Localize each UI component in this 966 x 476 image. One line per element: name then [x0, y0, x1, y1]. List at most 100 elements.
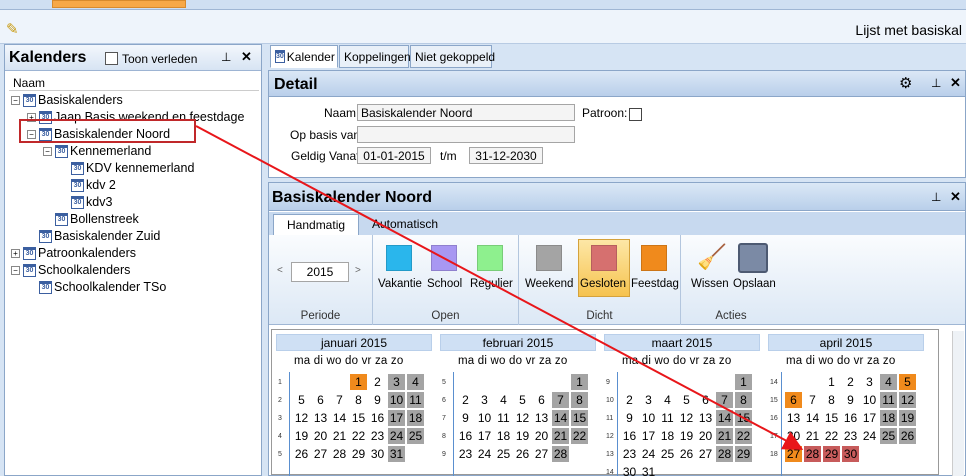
calendar-day[interactable]: 2 — [842, 374, 859, 390]
calendar-day[interactable]: 18 — [880, 410, 897, 426]
calendar-day[interactable]: 3 — [476, 392, 493, 408]
calendar-day[interactable]: 24 — [640, 446, 657, 462]
calendar-day[interactable]: 21 — [716, 428, 733, 444]
calendar-day[interactable]: 1 — [735, 374, 752, 390]
calendar-day[interactable]: 10 — [640, 410, 657, 426]
calendar-day[interactable]: 3 — [388, 374, 405, 390]
calendar-day[interactable]: 20 — [785, 428, 802, 444]
calendar-day[interactable]: 17 — [388, 410, 405, 426]
calendar-day[interactable]: 16 — [621, 428, 638, 444]
calendar-day[interactable]: 6 — [312, 392, 329, 408]
from-date-field[interactable]: 01-01-2015 — [357, 147, 431, 164]
calendar-day[interactable]: 10 — [861, 392, 878, 408]
calendar-day[interactable]: 9 — [842, 392, 859, 408]
to-date-field[interactable]: 31-12-2030 — [469, 147, 543, 164]
tree-item[interactable]: −30 Schoolkalenders — [11, 262, 130, 278]
pin-icon[interactable]: ⊥ — [221, 50, 231, 64]
feestdag-swatch[interactable] — [641, 245, 667, 271]
calendar-day[interactable]: 28 — [552, 446, 569, 462]
feestdag-button[interactable]: Feestdag — [631, 278, 679, 290]
close-icon[interactable]: ✕ — [950, 75, 961, 91]
calendar-day[interactable]: 12 — [293, 410, 310, 426]
calendar-day[interactable]: 19 — [514, 428, 531, 444]
calendar-day[interactable]: 21 — [331, 428, 348, 444]
close-icon[interactable]: ✕ — [241, 49, 252, 65]
calendar-day[interactable]: 5 — [514, 392, 531, 408]
collapse-icon[interactable]: − — [43, 146, 52, 156]
calendar-day[interactable]: 29 — [823, 446, 840, 462]
calendar-day[interactable]: 11 — [659, 410, 676, 426]
calendar-day[interactable]: 23 — [457, 446, 474, 462]
calendar-day[interactable]: 2 — [621, 392, 638, 408]
calendar-day[interactable]: 13 — [697, 410, 714, 426]
pin-icon[interactable]: ⊥ — [931, 76, 941, 90]
calendar-day[interactable]: 30 — [369, 446, 386, 462]
calendar-day[interactable]: 20 — [697, 428, 714, 444]
calendar-day[interactable]: 16 — [842, 410, 859, 426]
tree-item[interactable]: 30 Schoolkalender TSo — [27, 279, 166, 295]
gesloten-button[interactable]: Gesloten — [580, 278, 626, 290]
weekend-swatch[interactable] — [536, 245, 562, 271]
calendar-day[interactable]: 25 — [407, 428, 424, 444]
calendar-day[interactable]: 26 — [899, 428, 916, 444]
pin-icon[interactable]: ⊥ — [931, 190, 941, 204]
calendar-day[interactable]: 8 — [571, 392, 588, 408]
tree-item[interactable]: 30 kdv3 — [59, 194, 112, 210]
calendar-day[interactable]: 4 — [659, 392, 676, 408]
calendar-day[interactable]: 16 — [457, 428, 474, 444]
calendar-day[interactable]: 23 — [842, 428, 859, 444]
calendar-day[interactable]: 12 — [899, 392, 916, 408]
calendar-day[interactable]: 29 — [350, 446, 367, 462]
calendar-day[interactable]: 13 — [785, 410, 802, 426]
calendar-day[interactable]: 28 — [716, 446, 733, 462]
wissen-button[interactable]: Wissen — [691, 278, 729, 290]
gesloten-swatch[interactable] — [591, 245, 617, 271]
calendar-day[interactable]: 27 — [697, 446, 714, 462]
calendar-day[interactable]: 19 — [293, 428, 310, 444]
calendar-day[interactable]: 31 — [640, 464, 657, 476]
tree-item[interactable]: +30 Patroonkalenders — [11, 245, 136, 261]
calendar-day[interactable]: 23 — [621, 446, 638, 462]
calendar-day[interactable]: 29 — [735, 446, 752, 462]
save-icon[interactable] — [738, 243, 768, 273]
regulier-button[interactable]: Regulier — [470, 278, 513, 290]
calendar-day[interactable]: 9 — [621, 410, 638, 426]
weekend-button[interactable]: Weekend — [525, 278, 573, 290]
calendar-day[interactable]: 20 — [533, 428, 550, 444]
calendar-day[interactable]: 7 — [716, 392, 733, 408]
tools-icon[interactable]: ✎ — [6, 20, 19, 38]
calendar-day[interactable]: 26 — [293, 446, 310, 462]
calendar-day[interactable]: 17 — [476, 428, 493, 444]
vakantie-swatch[interactable] — [386, 245, 412, 271]
calendar-day[interactable]: 28 — [331, 446, 348, 462]
broom-settings-icon[interactable]: ⚙ — [899, 74, 912, 92]
calendar-day[interactable]: 27 — [312, 446, 329, 462]
calendar-day[interactable]: 5 — [899, 374, 916, 390]
toon-verleden-checkbox[interactable] — [105, 52, 118, 65]
tab-koppelingen[interactable]: Koppelingen — [339, 45, 411, 68]
year-field[interactable]: 2015 — [291, 262, 349, 282]
calendar-day[interactable]: 7 — [331, 392, 348, 408]
calendar-day[interactable]: 5 — [293, 392, 310, 408]
calendar-day[interactable]: 6 — [697, 392, 714, 408]
calendar-day[interactable]: 17 — [861, 410, 878, 426]
calendar-day[interactable]: 25 — [659, 446, 676, 462]
next-year-icon[interactable]: > — [355, 265, 361, 276]
calendar-day[interactable]: 18 — [495, 428, 512, 444]
calendar-day[interactable]: 15 — [823, 410, 840, 426]
calendar-day[interactable]: 13 — [533, 410, 550, 426]
calendar-day[interactable]: 6 — [533, 392, 550, 408]
calendar-day[interactable]: 18 — [659, 428, 676, 444]
calendar-day[interactable]: 26 — [514, 446, 531, 462]
column-header-naam[interactable]: Naam — [13, 76, 45, 90]
vertical-scrollbar[interactable] — [952, 331, 964, 476]
calendar-day[interactable]: 22 — [823, 428, 840, 444]
broom-icon[interactable]: 🧹 — [697, 243, 727, 272]
calendar-day[interactable]: 25 — [880, 428, 897, 444]
calendar-day[interactable]: 19 — [678, 428, 695, 444]
calendar-day[interactable]: 7 — [804, 392, 821, 408]
calendar-day[interactable]: 15 — [350, 410, 367, 426]
collapse-icon[interactable]: − — [11, 95, 20, 105]
regulier-swatch[interactable] — [477, 245, 503, 271]
calendar-day[interactable]: 14 — [331, 410, 348, 426]
